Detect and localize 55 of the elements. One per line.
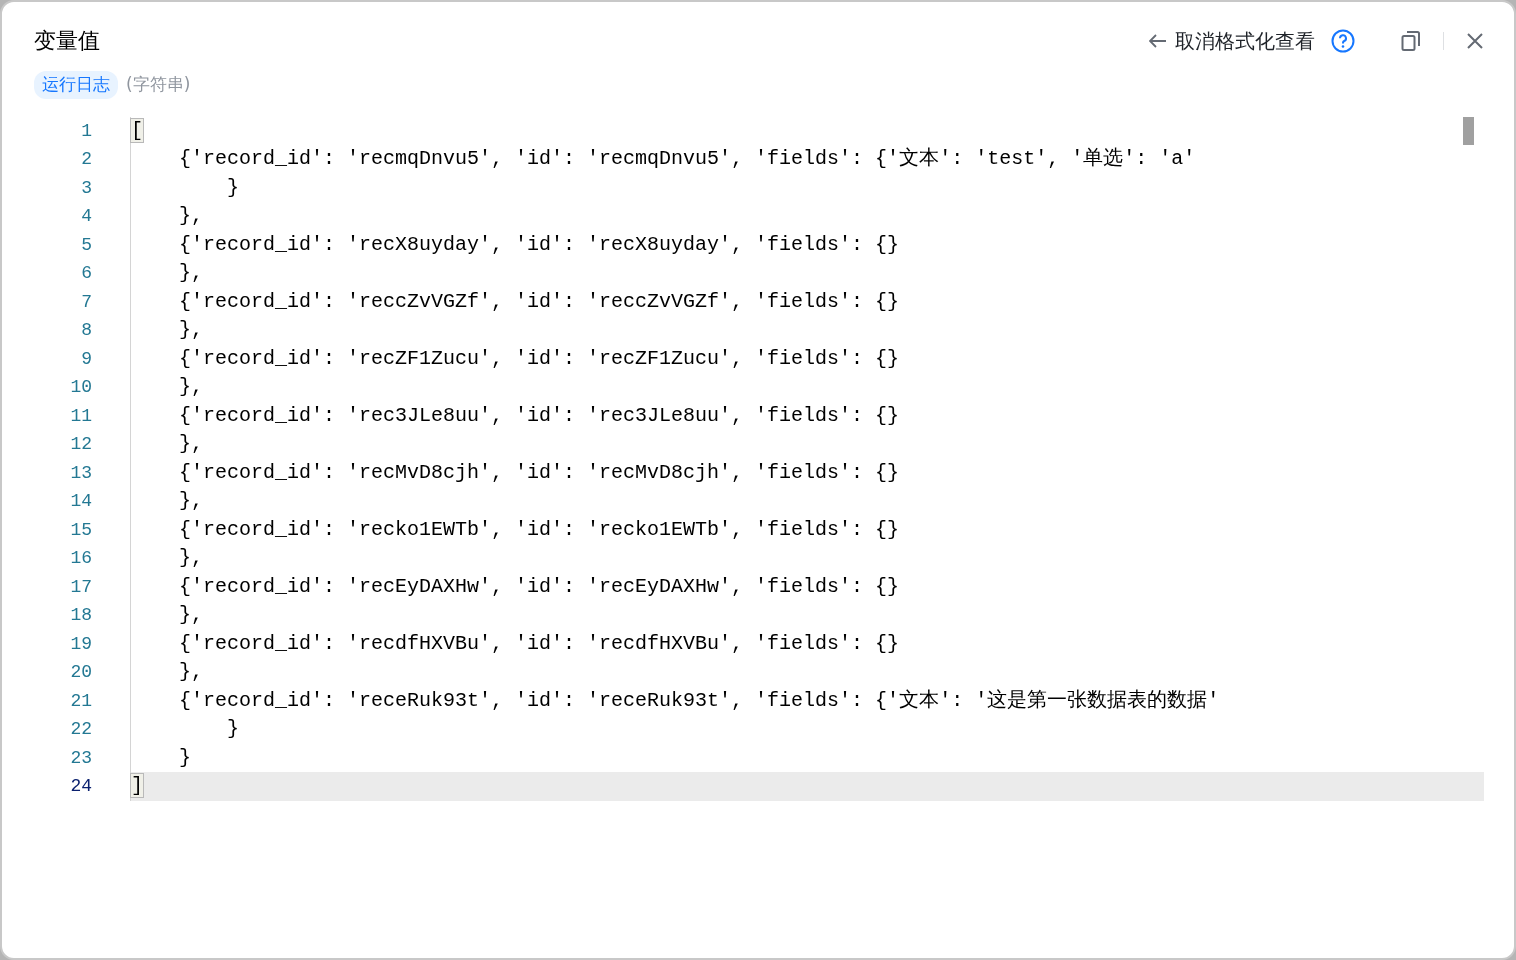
line-number: 9: [80, 347, 93, 371]
line-number: 14: [69, 490, 93, 513]
code-line: },: [178, 203, 204, 229]
code-line: },: [178, 602, 204, 628]
code-line: },: [178, 374, 204, 400]
line-number: 16: [69, 547, 93, 570]
code-line: },: [178, 545, 204, 571]
variable-tag: 运行日志: [34, 71, 118, 99]
line-number: 15: [69, 518, 93, 542]
code-line: {'record_id': 'reccZvVGZf', 'id': 'reccZvVGZf', 'fields': {}: [178, 288, 901, 315]
line-number: 1: [80, 119, 93, 143]
line-number: 13: [69, 461, 93, 485]
code-line: }: [178, 744, 192, 771]
line-number: 6: [80, 262, 93, 285]
line-number: 10: [69, 376, 93, 399]
line-number: 23: [69, 746, 93, 770]
code-line: {'record_id': 'recMvD8cjh', 'id': 'recMvD8cjh', 'fields': {}: [178, 459, 901, 486]
line-number: 8: [80, 319, 93, 342]
code-line: {'record_id': 'recEyDAXHw', 'id': 'recEyDAXHw', 'fields': {}: [178, 573, 901, 600]
copy-icon[interactable]: [1401, 29, 1421, 52]
close-icon[interactable]: [1466, 31, 1484, 50]
code-line: {'record_id': 'receRuk93t', 'id': 'receRuk93t', 'fields': {'文本': '这是第一张数据表的数据': [178, 687, 1221, 714]
scrollbar-thumb[interactable]: [1463, 116, 1474, 145]
code-line: {'record_id': 'recX8uyday', 'id': 'recX8uyday', 'fields': {}: [178, 231, 901, 258]
dialog-title: 变量值: [34, 27, 100, 55]
line-number: 3: [80, 176, 93, 200]
line-number: 19: [69, 632, 93, 656]
line-number: 17: [69, 575, 93, 599]
code-line: {'record_id': 'recmqDnvu5', 'id': 'recmqDnvu5', 'fields': {'文本': 'test', '单选': 'a': [178, 146, 1197, 172]
line-number: 22: [69, 718, 93, 741]
code-line: },: [178, 317, 204, 343]
variable-type: (字符串): [126, 73, 191, 96]
line-number: 24: [69, 775, 93, 798]
line-number: 11: [69, 404, 93, 428]
back-arrow-icon: [1149, 33, 1167, 48]
code-line: {'record_id': 'recZF1Zucu', 'id': 'recZF1Zucu', 'fields': {}: [178, 345, 901, 372]
code-line: },: [178, 260, 204, 286]
line-number: 5: [80, 233, 93, 257]
line-number: 7: [80, 290, 93, 314]
line-number: 4: [80, 205, 93, 228]
code-line: },: [178, 431, 204, 457]
code-line: },: [178, 659, 204, 685]
code-line: {'record_id': 'rec3JLe8uu', 'id': 'rec3JLe8uu', 'fields': {}: [178, 402, 901, 429]
code-line: },: [178, 488, 204, 514]
line-number: 18: [69, 604, 93, 627]
line-number: 20: [69, 661, 93, 684]
help-icon[interactable]: [1331, 28, 1355, 53]
code-line: }: [226, 716, 241, 742]
line-number: 12: [69, 433, 93, 456]
code-line: {'record_id': 'recdfHXVBu', 'id': 'recdfHXVBu', 'fields': {}: [178, 630, 901, 657]
unformat-link[interactable]: 取消格式化查看: [1149, 25, 1315, 56]
code-line: }: [226, 174, 241, 201]
line-number: 2: [80, 148, 93, 171]
line-number: 21: [69, 689, 93, 713]
code-line: {'record_id': 'recko1EWTb', 'id': 'recko1EWTb', 'fields': {}: [178, 516, 901, 543]
